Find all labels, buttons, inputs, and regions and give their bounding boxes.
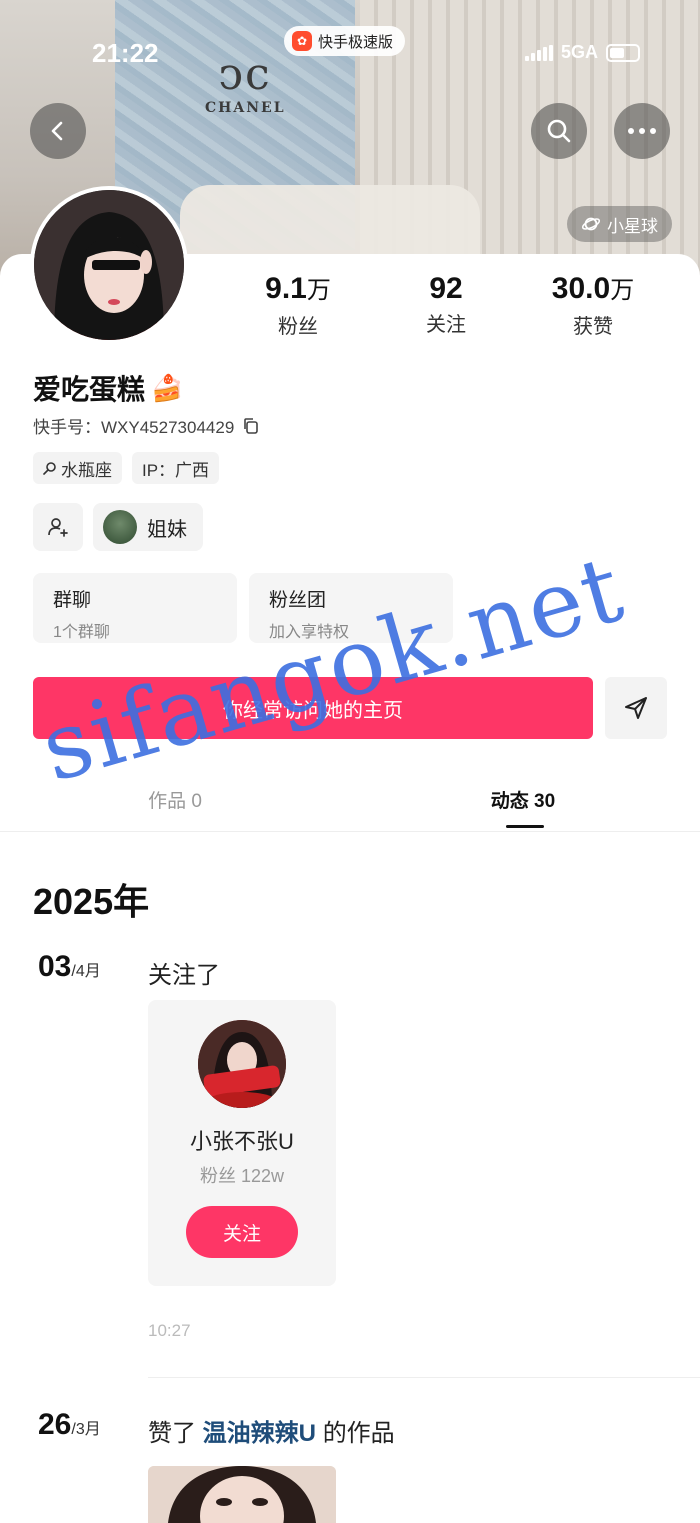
likes-unit: 万 — [610, 277, 635, 304]
relation-row: 姐妹 — [33, 503, 203, 551]
search-button[interactable] — [531, 103, 587, 159]
likes-stat[interactable]: 30.0万 获赞 — [523, 272, 663, 339]
send-icon — [625, 697, 647, 719]
status-indicators: 5GA — [524, 42, 640, 63]
entry-month: /4月 — [71, 963, 101, 980]
timeline-divider — [148, 1377, 700, 1378]
more-dots-icon — [628, 128, 656, 134]
cover-sofa — [180, 185, 480, 265]
content-tabs: 作品 0 动态 30 — [0, 770, 700, 832]
entry-action-prefix: 赞了 — [148, 1420, 196, 1447]
planet-button[interactable]: 小星球 — [567, 206, 672, 242]
relation-sister-button[interactable]: 姐妹 — [93, 503, 203, 551]
tag-zodiac-label: 水瓶座 — [61, 460, 112, 480]
entry-day: 03 — [38, 950, 72, 983]
app-logo-icon: ✿ — [292, 31, 312, 51]
planet-icon — [581, 217, 601, 231]
entry-date: 03/4月 — [38, 950, 101, 984]
followed-user-card[interactable]: 小张不张U 粉丝 122w 关注 — [148, 1000, 336, 1286]
more-button[interactable] — [614, 103, 670, 159]
feature-cards: 群聊 1个群聊 粉丝团 加入享特权 — [33, 573, 453, 643]
tag-zodiac[interactable]: 水瓶座 — [33, 452, 122, 484]
tag-ip: IP：广西 — [132, 452, 220, 484]
group-chat-card[interactable]: 群聊 1个群聊 — [33, 573, 237, 643]
planet-label: 小星球 — [607, 216, 658, 236]
chevron-left-icon — [51, 121, 63, 141]
network-type: 5GA — [560, 42, 598, 62]
liked-work-photo — [148, 1466, 336, 1523]
entry-action: 赞了 温油辣辣U 的作品 — [148, 1413, 395, 1448]
entry-date: 26/3月 — [38, 1408, 101, 1442]
avatar[interactable] — [30, 186, 188, 344]
nickname-text: 爱吃蛋糕 — [33, 374, 146, 405]
followed-user-photo — [198, 1020, 286, 1108]
battery-icon — [606, 43, 640, 62]
back-button[interactable] — [30, 103, 86, 159]
entry-action-suffix: 的作品 — [322, 1420, 395, 1447]
relation-avatar — [103, 510, 137, 544]
brand-logo-text: CHANEL — [205, 100, 286, 116]
profile-nickname: 爱吃蛋糕 🍰 — [33, 368, 183, 408]
profile-uid: 快手号：WXY4527304429 — [33, 413, 260, 438]
relation-label: 姐妹 — [147, 518, 187, 541]
likes-count: 30.0 — [551, 272, 611, 305]
search-icon — [547, 119, 571, 143]
group-chat-title: 群聊 — [53, 590, 92, 611]
search-icon — [43, 462, 56, 475]
tab-active-indicator — [506, 825, 544, 828]
entry-month: /3月 — [71, 1421, 101, 1438]
entry-time: 10:27 — [148, 1321, 191, 1340]
fan-club-sub: 加入享特权 — [269, 624, 350, 641]
entry-day: 26 — [38, 1408, 72, 1441]
add-friend-button[interactable] — [33, 503, 83, 551]
tag-ip-label: IP：广西 — [142, 460, 210, 480]
frequent-visit-button[interactable]: 你经常访问她的主页 — [33, 677, 593, 739]
followed-user-avatar[interactable] — [198, 1020, 286, 1108]
timeline-year: 2025年 — [33, 881, 150, 922]
brand-logo-mark: ↄc — [218, 49, 272, 100]
followed-user-fans: 粉丝 122w — [199, 1166, 285, 1186]
group-chat-sub: 1个群聊 — [53, 624, 110, 641]
add-user-icon — [48, 518, 68, 537]
avatar-photo — [34, 190, 184, 340]
liked-user-link[interactable]: 温油辣辣U — [203, 1420, 316, 1447]
signal-icon — [524, 44, 553, 61]
following-count: 92 — [429, 272, 463, 305]
followed-user-name: 小张不张U — [190, 1129, 294, 1154]
follow-button[interactable]: 关注 — [186, 1206, 298, 1258]
likes-label: 获赞 — [573, 316, 613, 338]
fan-club-card[interactable]: 粉丝团 加入享特权 — [249, 573, 453, 643]
followers-label: 粉丝 — [278, 316, 318, 338]
profile-tags: 水瓶座 IP：广西 — [33, 452, 220, 484]
app-badge[interactable]: ✿ 快手极速版 — [284, 26, 406, 56]
uid-text: 快手号：WXY4527304429 — [33, 418, 235, 437]
followers-stat[interactable]: 9.1万 粉丝 — [228, 272, 368, 339]
copy-icon[interactable] — [242, 417, 260, 435]
app-name: 快手极速版 — [318, 33, 394, 51]
following-stat[interactable]: 92 关注 — [376, 272, 516, 337]
share-button[interactable] — [605, 677, 667, 739]
cake-emoji-icon: 🍰 — [151, 372, 184, 403]
entry-action: 关注了 — [148, 962, 220, 989]
status-time: 21:22 — [92, 38, 159, 68]
liked-work-thumbnail[interactable] — [148, 1466, 336, 1523]
tab-works[interactable]: 作品 0 — [95, 786, 255, 813]
cover-brand-logo: ↄc CHANEL — [205, 49, 286, 117]
tab-moments[interactable]: 动态 30 — [443, 786, 603, 813]
fan-club-title: 粉丝团 — [269, 590, 327, 611]
followers-unit: 万 — [306, 277, 331, 304]
following-label: 关注 — [426, 314, 466, 336]
followers-count: 9.1 — [265, 272, 307, 305]
